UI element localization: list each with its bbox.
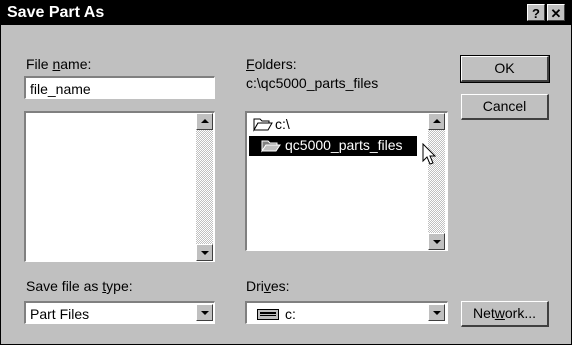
ok-button[interactable]: OK: [460, 55, 550, 83]
hard-drive-icon: [257, 309, 279, 320]
save-type-label: Save file as type:: [26, 278, 133, 294]
close-button[interactable]: ✕: [547, 4, 565, 21]
help-button[interactable]: ?: [527, 4, 545, 21]
drives-value: c:: [285, 306, 296, 322]
file-list[interactable]: [24, 111, 215, 262]
mouse-cursor-icon: [422, 143, 437, 165]
save-type-dropdown-button[interactable]: [196, 304, 213, 321]
cancel-button[interactable]: Cancel: [461, 94, 549, 120]
file-list-scroll-down-button[interactable]: [196, 244, 213, 261]
file-list-scrollbar[interactable]: [196, 113, 213, 261]
save-part-as-dialog: Save Part As ? ✕ File name: file_name Fo…: [0, 0, 572, 345]
file-name-label: File name:: [26, 56, 92, 72]
folder-item-selected-label: qc5000_parts_files: [285, 137, 403, 153]
window-title: Save Part As: [7, 4, 105, 21]
folder-item-root[interactable]: c:\: [249, 115, 424, 135]
folder-open-icon: [261, 140, 281, 153]
drives-select[interactable]: c:: [245, 301, 448, 324]
file-name-value: file_name: [30, 81, 91, 97]
folder-item-selected[interactable]: qc5000_parts_files: [249, 136, 417, 156]
title-bar[interactable]: Save Part As ? ✕: [1, 1, 571, 25]
current-folder-path: c:\qc5000_parts_files: [246, 75, 379, 91]
folders-label: Folders:: [246, 56, 297, 72]
save-type-select[interactable]: Part Files: [24, 301, 215, 324]
drives-label: Drives:: [246, 278, 290, 294]
network-button[interactable]: Network...: [461, 301, 549, 327]
file-list-scroll-up-button[interactable]: [196, 113, 213, 130]
folders-scroll-up-button[interactable]: [428, 113, 445, 130]
folders-list[interactable]: c:\ qc5000_parts_files: [245, 111, 448, 251]
folders-scrollbar[interactable]: [428, 113, 445, 250]
drives-dropdown-button[interactable]: [428, 304, 445, 321]
folders-scroll-down-button[interactable]: [428, 233, 445, 250]
save-type-value: Part Files: [30, 306, 90, 322]
file-name-input[interactable]: file_name: [24, 76, 215, 99]
folder-item-root-label: c:\: [275, 116, 290, 132]
folder-open-icon: [253, 118, 273, 132]
